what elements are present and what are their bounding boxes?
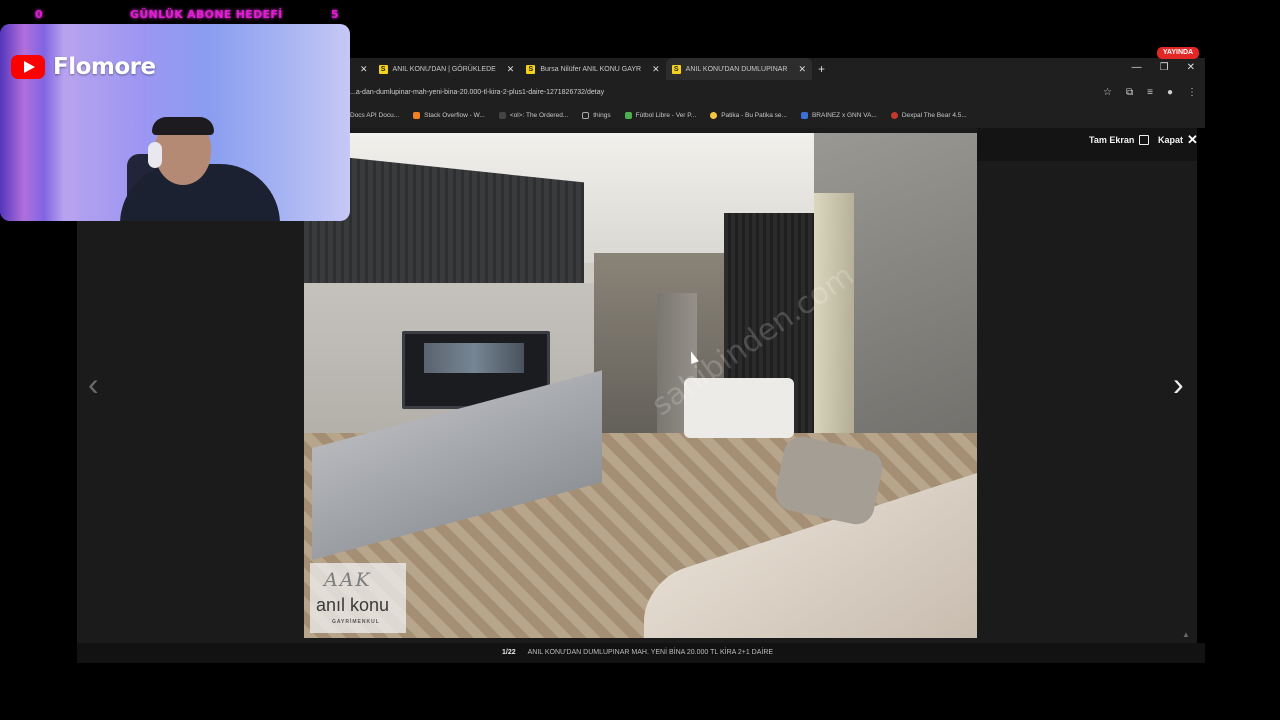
agency-logo: AAK anıl konu GAYRİMENKUL [310,563,406,633]
media-icon[interactable]: ≡ [1147,87,1153,98]
youtube-icon [11,55,45,79]
folder-icon [582,111,590,119]
close-tab-icon[interactable]: ✕ [507,64,515,75]
bookmark-item[interactable]: <ol>: The Ordered... [498,111,568,119]
url-text[interactable]: ...a-dan-dumlupinar-mah-yeni-bina-20.000… [350,89,604,96]
patika-icon [710,111,718,119]
profile-avatar-icon[interactable]: ● [1167,87,1173,98]
next-photo-chevron-icon[interactable]: › [1173,366,1184,403]
bookmark-item[interactable]: Patika - Bu Patika se... [710,111,787,119]
fullscreen-icon [1139,135,1150,145]
sahibinden-favicon-icon: S [671,64,681,74]
close-viewer-button[interactable]: Kapat ✕ [1158,132,1198,147]
futbol-libre-icon [624,111,632,119]
live-badge: YAYINDA [1157,47,1199,59]
close-icon: ✕ [1187,132,1198,147]
new-tab-icon[interactable]: + [818,62,825,76]
webcam-overlay: Flomore [0,24,350,221]
mdn-icon [498,111,506,119]
tab-2[interactable]: S Bursa Nilüfer ANIL KONU GAYR ✕ [520,58,665,80]
stackoverflow-icon [413,111,421,119]
tab-label: Bursa Nilüfer ANIL KONU GAYR [540,65,642,73]
close-label: Kapat [1158,135,1184,145]
scroll-up-icon[interactable]: ▲ [1182,630,1190,639]
headphones-icon [148,142,162,168]
brainez-icon [800,111,808,119]
subscriber-goal-bar: 0 GÜNLÜK ABONE HEDEFİ 5 [0,4,350,24]
agency-logo-name: anıl konu [316,595,390,615]
close-tab-icon[interactable]: ✕ [798,64,806,75]
address-bar[interactable]: ...a-dan-dumlupinar-mah-yeni-bina-20.000… [350,84,1205,104]
restore-icon[interactable]: ❐ [1160,62,1169,73]
dexpal-icon [890,111,898,119]
sahibinden-favicon-icon: S [378,64,388,74]
photo-counter: 1/22 [502,649,516,656]
bookmark-star-icon[interactable]: ☆ [1103,87,1112,98]
listing-title: ANIL KONU'DAN DUMLUPINAR MAH. YENİ BİNA … [527,649,774,656]
extensions-icon[interactable]: ⧉ [1126,87,1133,98]
bookmark-item[interactable]: Fútbol Libre - Ver P... [624,111,696,119]
menu-kebab-icon[interactable]: ⋮ [1187,87,1197,98]
goal-title: GÜNLÜK ABONE HEDEFİ [130,8,283,21]
tab-1[interactable]: ✕ S ANIL KONU'DAN | GÖRÜKLEDE ✕ [350,58,520,80]
channel-brand: Flomore [11,54,156,80]
goal-current: 0 [35,8,43,21]
listing-photo[interactable]: sahibinden.com AAK anıl konu GAYRİMENKUL [304,133,977,638]
close-tab-icon[interactable]: ✕ [360,64,368,75]
channel-name: Flomore [53,54,156,80]
bookmarks-bar: Docs API Docu... Stack Overflow - W... <… [350,108,1205,122]
bookmark-folder[interactable]: things [582,111,611,119]
sahibinden-favicon-icon: S [526,64,536,74]
stream-screen: 0 GÜNLÜK ABONE HEDEFİ 5 ✕ S ANIL KONU'DA… [0,0,1280,720]
tab-label: ANIL KONU'DAN DUMLUPINAR [685,65,788,73]
fullscreen-label: Tam Ekran [1089,135,1135,145]
previous-photo-chevron-icon[interactable]: ‹ [88,366,99,403]
photo-tv-screen [424,343,524,373]
photo-caption: 1/22 ANIL KONU'DAN DUMLUPINAR MAH. YENİ B… [502,649,773,656]
toolbar-icons: ☆ ⧉ ≡ ● ⋮ [1103,87,1197,98]
goal-target: 5 [331,8,339,21]
fullscreen-button[interactable]: Tam Ekran [1089,135,1150,145]
webcam-streamer-hair [152,117,214,135]
agency-logo-mark: AAK [324,569,372,591]
photo-light-strip [814,193,854,443]
tab-label: ANIL KONU'DAN | GÖRÜKLEDE [392,65,496,73]
minimize-icon[interactable]: — [1132,62,1142,73]
close-tab-icon[interactable]: ✕ [652,64,660,75]
close-window-icon[interactable]: ✕ [1187,62,1195,73]
bookmark-item[interactable]: Stack Overflow - W... [413,111,485,119]
bookmark-item[interactable]: Dexpal The Bear 4.5... [890,111,967,119]
browser-window: ✕ S ANIL KONU'DAN | GÖRÜKLEDE ✕ S Bursa … [350,58,1205,128]
tab-strip: ✕ S ANIL KONU'DAN | GÖRÜKLEDE ✕ S Bursa … [350,58,1205,80]
bookmark-item[interactable]: Docs API Docu... [350,112,399,119]
tab-3-active[interactable]: S ANIL KONU'DAN DUMLUPINAR ✕ [665,58,813,80]
window-controls: — ❐ ✕ [1132,62,1195,73]
bookmark-item[interactable]: BRAINEZ x GNN VA... [800,111,877,119]
agency-logo-sub: GAYRİMENKUL [332,619,380,625]
